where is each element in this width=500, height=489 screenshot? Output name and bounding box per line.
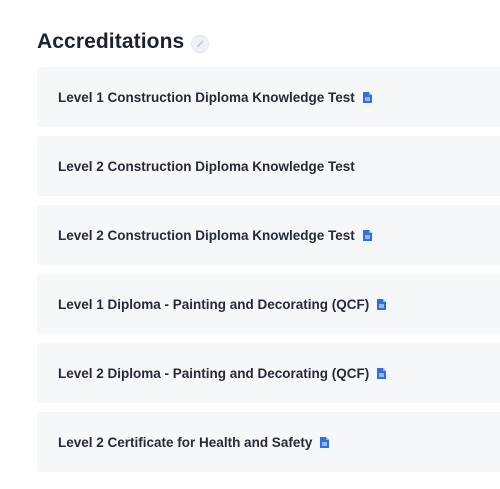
accreditation-label: Level 1 Diploma - Painting and Decoratin… bbox=[58, 296, 370, 312]
pencil-icon bbox=[197, 39, 205, 47]
accreditations-section: Accreditations Level 1 Construction Dipl… bbox=[0, 0, 500, 489]
list-item[interactable]: Level 2 Diploma - Painting and Decoratin… bbox=[37, 343, 500, 403]
list-item[interactable]: Level 2 Construction Diploma Knowledge T… bbox=[37, 136, 500, 196]
list-item[interactable]: Level 2 Construction Diploma Knowledge T… bbox=[37, 205, 500, 265]
document-icon[interactable] bbox=[320, 436, 330, 448]
document-icon[interactable] bbox=[362, 91, 372, 103]
section-header: Accreditations bbox=[37, 30, 210, 54]
accreditation-label: Level 2 Construction Diploma Knowledge T… bbox=[58, 227, 355, 243]
accreditations-list: Level 1 Construction Diploma Knowledge T… bbox=[37, 67, 500, 481]
accreditation-label: Level 2 Certificate for Health and Safet… bbox=[58, 434, 313, 450]
document-icon[interactable] bbox=[377, 367, 387, 379]
list-item[interactable]: Level 1 Diploma - Painting and Decoratin… bbox=[37, 274, 500, 334]
accreditation-label: Level 1 Construction Diploma Knowledge T… bbox=[58, 89, 355, 105]
section-title: Accreditations bbox=[37, 30, 185, 53]
list-item[interactable]: Level 2 Certificate for Health and Safet… bbox=[37, 412, 500, 472]
document-icon[interactable] bbox=[377, 298, 387, 310]
accreditation-label: Level 2 Diploma - Painting and Decoratin… bbox=[58, 365, 370, 381]
edit-button[interactable] bbox=[191, 34, 210, 53]
accreditation-label: Level 2 Construction Diploma Knowledge T… bbox=[58, 158, 355, 174]
list-item[interactable]: Level 1 Construction Diploma Knowledge T… bbox=[37, 67, 500, 127]
document-icon[interactable] bbox=[362, 229, 372, 241]
